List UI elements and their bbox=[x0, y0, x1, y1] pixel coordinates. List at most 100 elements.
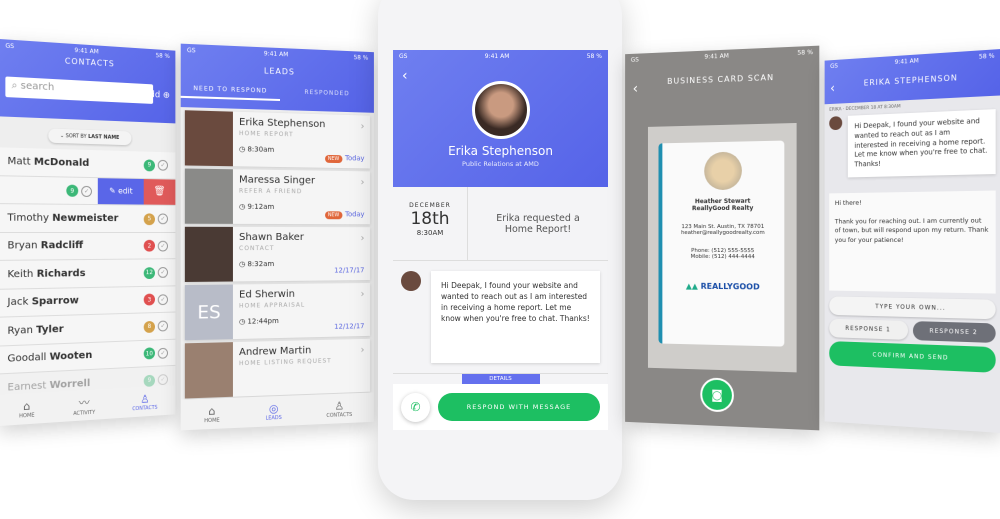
edit-icon: ✎ bbox=[109, 186, 116, 196]
phone-icon: ✆ bbox=[410, 399, 421, 414]
nav-contacts[interactable]: ♙ CONTACTS bbox=[326, 399, 352, 418]
edit-button[interactable]: ✎ edit bbox=[97, 177, 144, 205]
contact-row[interactable]: Matt McDonald 9 ✓ bbox=[0, 147, 176, 180]
lead-avatar bbox=[184, 226, 233, 282]
contact-name: Erika Stephenson bbox=[448, 144, 553, 158]
count-badge: 10 bbox=[143, 347, 155, 360]
lead-date: 12/17/17 bbox=[334, 266, 365, 275]
avatar bbox=[471, 81, 530, 139]
page-title: BUSINESS CARD SCAN bbox=[667, 72, 775, 86]
page-title: ERIKA STEPHENSON bbox=[863, 73, 958, 88]
contact-name: Goodall Wooten bbox=[7, 350, 93, 366]
respond-button[interactable]: RESPOND WITH MESSAGE bbox=[438, 393, 600, 421]
check-icon[interactable]: ✓ bbox=[157, 213, 168, 225]
count-badge: 9 bbox=[143, 158, 155, 171]
new-badge: NEW bbox=[324, 211, 343, 220]
chevron-right-icon: › bbox=[360, 121, 365, 133]
check-icon[interactable]: ✓ bbox=[157, 320, 168, 332]
message-bubble: Hi Deepak, I found your website and want… bbox=[431, 271, 600, 363]
lead-item[interactable]: Maressa Singer REFER A FRIEND ◷ 9:12am NE… bbox=[184, 168, 371, 225]
check-icon[interactable]: ✓ bbox=[157, 347, 168, 359]
check-icon[interactable]: ✓ bbox=[157, 373, 168, 386]
sort-button[interactable]: ⌄ SORT BY LAST NAME bbox=[47, 128, 131, 146]
contact-row[interactable]: Bryan Radcliff 2 ✓ bbox=[0, 232, 176, 261]
lead-date: Today bbox=[345, 210, 365, 219]
carrier: GS bbox=[5, 42, 15, 51]
contact-row[interactable]: Timothy Newmeister 5 ✓ bbox=[0, 204, 176, 233]
check-icon[interactable]: ✓ bbox=[157, 159, 168, 171]
count-badge: 2 bbox=[143, 239, 155, 252]
lead-item[interactable]: Andrew Martin HOME LISTING REQUEST › bbox=[184, 338, 371, 399]
contact-row[interactable]: Keith Richards 12 ✓ bbox=[0, 259, 176, 290]
delete-button[interactable]: 🗑 bbox=[143, 178, 176, 205]
lead-avatar: ES bbox=[184, 284, 233, 341]
activity-icon: 〰 bbox=[78, 396, 90, 410]
confirm-send-button[interactable]: CONFIRM AND SEND bbox=[829, 341, 996, 373]
tab-need-to-respond[interactable]: NEED TO RESPOND bbox=[180, 84, 280, 101]
business-card: Heather Stewart ReallyGood Realty 123 Ma… bbox=[658, 140, 785, 347]
avatar-small bbox=[401, 271, 421, 291]
scan-screen: GS 9:41 AM 58 % ‹ BUSINESS CARD SCAN Heath… bbox=[625, 45, 820, 431]
lead-item[interactable]: Shawn Baker CONTACT ◷ 8:32am 12/17/17 › bbox=[184, 226, 371, 282]
lead-avatar bbox=[184, 110, 233, 167]
lead-type: HOME REPORT bbox=[239, 129, 294, 139]
lead-item[interactable]: Erika Stephenson HOME REPORT ◷ 8:30am NEW… bbox=[184, 110, 371, 169]
reply-textarea[interactable]: Hi there! Thank you for reaching out. I a… bbox=[829, 190, 996, 294]
lead-item[interactable]: ES Ed Sherwin HOME APPRAISAL ◷ 12:44pm 12… bbox=[184, 283, 371, 341]
tab-responded[interactable]: RESPONDED bbox=[280, 88, 374, 104]
chat-screen: GS 9:41 AM 58 % ‹ ERIKA STEPHENSON ERIKA ·… bbox=[824, 49, 1000, 433]
response-2-button[interactable]: RESPONSE 2 bbox=[912, 321, 996, 343]
home-icon: ⌂ bbox=[208, 403, 216, 418]
chat-header: GS 9:41 AM 58 % ‹ ERIKA STEPHENSON bbox=[824, 49, 1000, 105]
nav-home[interactable]: ⌂ HOME bbox=[19, 399, 35, 419]
back-button[interactable]: ‹ bbox=[402, 68, 408, 84]
swiped-contact-row[interactable]: 9 ✓ ✎ edit 🗑 bbox=[0, 175, 176, 206]
search-input[interactable]: ⌕ search bbox=[5, 76, 154, 104]
nav-contacts[interactable]: ♙ CONTACTS bbox=[132, 392, 157, 412]
chevron-right-icon: › bbox=[360, 288, 365, 300]
chevron-right-icon: › bbox=[360, 177, 365, 188]
contact-name: Keith Richards bbox=[7, 267, 86, 281]
battery: 58 % bbox=[155, 52, 170, 61]
lead-date: 12/12/17 bbox=[334, 322, 365, 331]
call-button[interactable]: ✆ bbox=[401, 392, 430, 422]
lead-name: Ed Sherwin bbox=[239, 288, 295, 301]
lead-type: HOME APPRAISAL bbox=[239, 301, 306, 310]
clock-icon: ◷ bbox=[239, 260, 246, 269]
type-own-button[interactable]: TYPE YOUR OWN... bbox=[829, 296, 996, 320]
contact-subtitle: Public Relations at AMD bbox=[462, 160, 539, 168]
back-button[interactable]: ‹ bbox=[633, 81, 638, 97]
message-bubble: Hi Deepak, I found your website and want… bbox=[847, 109, 996, 178]
response-1-button[interactable]: RESPONSE 1 bbox=[829, 318, 908, 340]
plus-icon: ⊕ bbox=[162, 90, 170, 101]
request-text: Erika requested a Home Report! bbox=[496, 212, 580, 235]
check-icon[interactable]: ✓ bbox=[157, 240, 168, 252]
lead-name: Shawn Baker bbox=[239, 231, 304, 244]
nav-activity[interactable]: 〰 ACTIVITY bbox=[73, 394, 95, 417]
scan-area: Heather Stewart ReallyGood Realty 123 Ma… bbox=[647, 122, 797, 373]
leads-screen: GS 9:41 AM 58 % LEADS NEED TO RESPOND RESP… bbox=[180, 43, 374, 431]
clock-icon: ◷ bbox=[239, 202, 246, 211]
clock-icon: ◷ bbox=[239, 317, 246, 326]
lead-name: Maressa Singer bbox=[239, 174, 315, 187]
nav-leads[interactable]: ◎ LEADS bbox=[266, 401, 282, 422]
check-icon[interactable]: ✓ bbox=[81, 185, 92, 197]
check-icon[interactable]: ✓ bbox=[157, 293, 168, 305]
check-icon[interactable]: ✓ bbox=[157, 267, 168, 278]
details-tab[interactable]: DETAILS bbox=[461, 374, 540, 384]
contact-name: Jack Sparrow bbox=[7, 295, 79, 309]
contacts-screen: GS 9:41 AM 58 % CONTACTS Add ⊕ ⌕ search ⌄ … bbox=[0, 38, 176, 427]
add-button[interactable]: Add ⊕ bbox=[144, 90, 170, 101]
home-icon: ⌂ bbox=[23, 398, 31, 413]
back-button[interactable]: ‹ bbox=[830, 81, 835, 96]
contact-name: Timothy Newmeister bbox=[7, 212, 119, 224]
count-badge: 8 bbox=[143, 320, 155, 333]
capture-button[interactable]: ◙ bbox=[700, 377, 734, 413]
nav-home[interactable]: ⌂ HOME bbox=[204, 404, 220, 424]
contacts-header: GS 9:41 AM 58 % CONTACTS Add ⊕ ⌕ search bbox=[0, 38, 176, 124]
lead-date: Today bbox=[345, 154, 365, 163]
count-badge: 5 bbox=[143, 212, 155, 225]
clock: 9:41 AM bbox=[74, 46, 99, 56]
chevron-right-icon: › bbox=[360, 344, 365, 356]
avatar-small bbox=[829, 116, 843, 131]
